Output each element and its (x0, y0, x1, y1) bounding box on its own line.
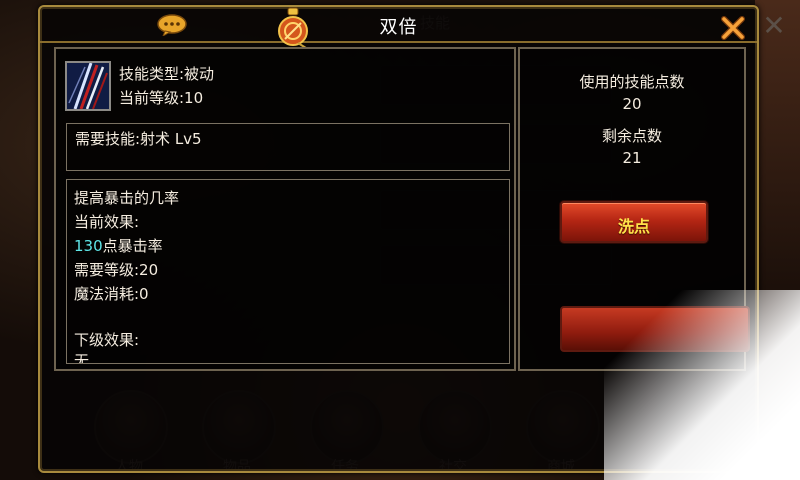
skill-points-panel: 使用的技能点数 20 剩余点数 21 洗点 (518, 47, 750, 371)
effect-number: 130 (74, 237, 103, 255)
skill-effect-box[interactable]: 提高暴击的几率 当前效果: 130点暴击率 需要等级:20 魔法消耗:0 下级效… (66, 179, 510, 364)
required-level: 需要等级:20 (74, 261, 159, 279)
next-effect-label: 下级效果: (74, 331, 140, 349)
remaining-points-label: 剩余点数 (601, 127, 662, 145)
sword-strike-skill-icon (67, 63, 109, 109)
reset-points-button[interactable]: 洗点 (560, 201, 708, 243)
skill-detail-dialog: 双倍 技能类型:被动 当前等级:10 需要技能:射术 Lv5 提高暴击的几率 当… (38, 5, 759, 473)
skill-info-panel: 技能类型:被动 当前等级:10 需要技能:射术 Lv5 提高暴击的几率 当前效果… (54, 47, 516, 371)
background-side-decoration (755, 0, 800, 480)
dialog-title: 双倍 (379, 17, 418, 38)
next-effect-value: 无 (74, 352, 90, 364)
current-effect-value: 130点暴击率 (74, 235, 163, 256)
dialog-titlebar: 双倍 (40, 7, 757, 49)
required-skill-text: 需要技能:射术 Lv5 (75, 130, 202, 148)
effect-suffix: 点暴击率 (102, 237, 163, 255)
used-points-label: 使用的技能点数 (579, 73, 685, 91)
skill-current-level: 当前等级:10 (119, 89, 204, 107)
reset-points-label: 洗点 (617, 217, 650, 236)
close-icon[interactable] (721, 16, 745, 40)
current-effect-label: 当前效果: (74, 213, 140, 231)
remaining-points-value: 21 (622, 149, 642, 167)
mana-cost: 魔法消耗:0 (74, 285, 149, 303)
secondary-action-button[interactable] (560, 306, 750, 352)
used-points-value: 20 (622, 95, 642, 113)
background-close-icon: ✕ (762, 9, 786, 42)
skill-type: 技能类型:被动 (119, 65, 215, 83)
required-skill-box: 需要技能:射术 Lv5 (66, 123, 510, 171)
skill-description: 提高暴击的几率 (74, 189, 180, 207)
skill-icon[interactable] (65, 61, 111, 111)
